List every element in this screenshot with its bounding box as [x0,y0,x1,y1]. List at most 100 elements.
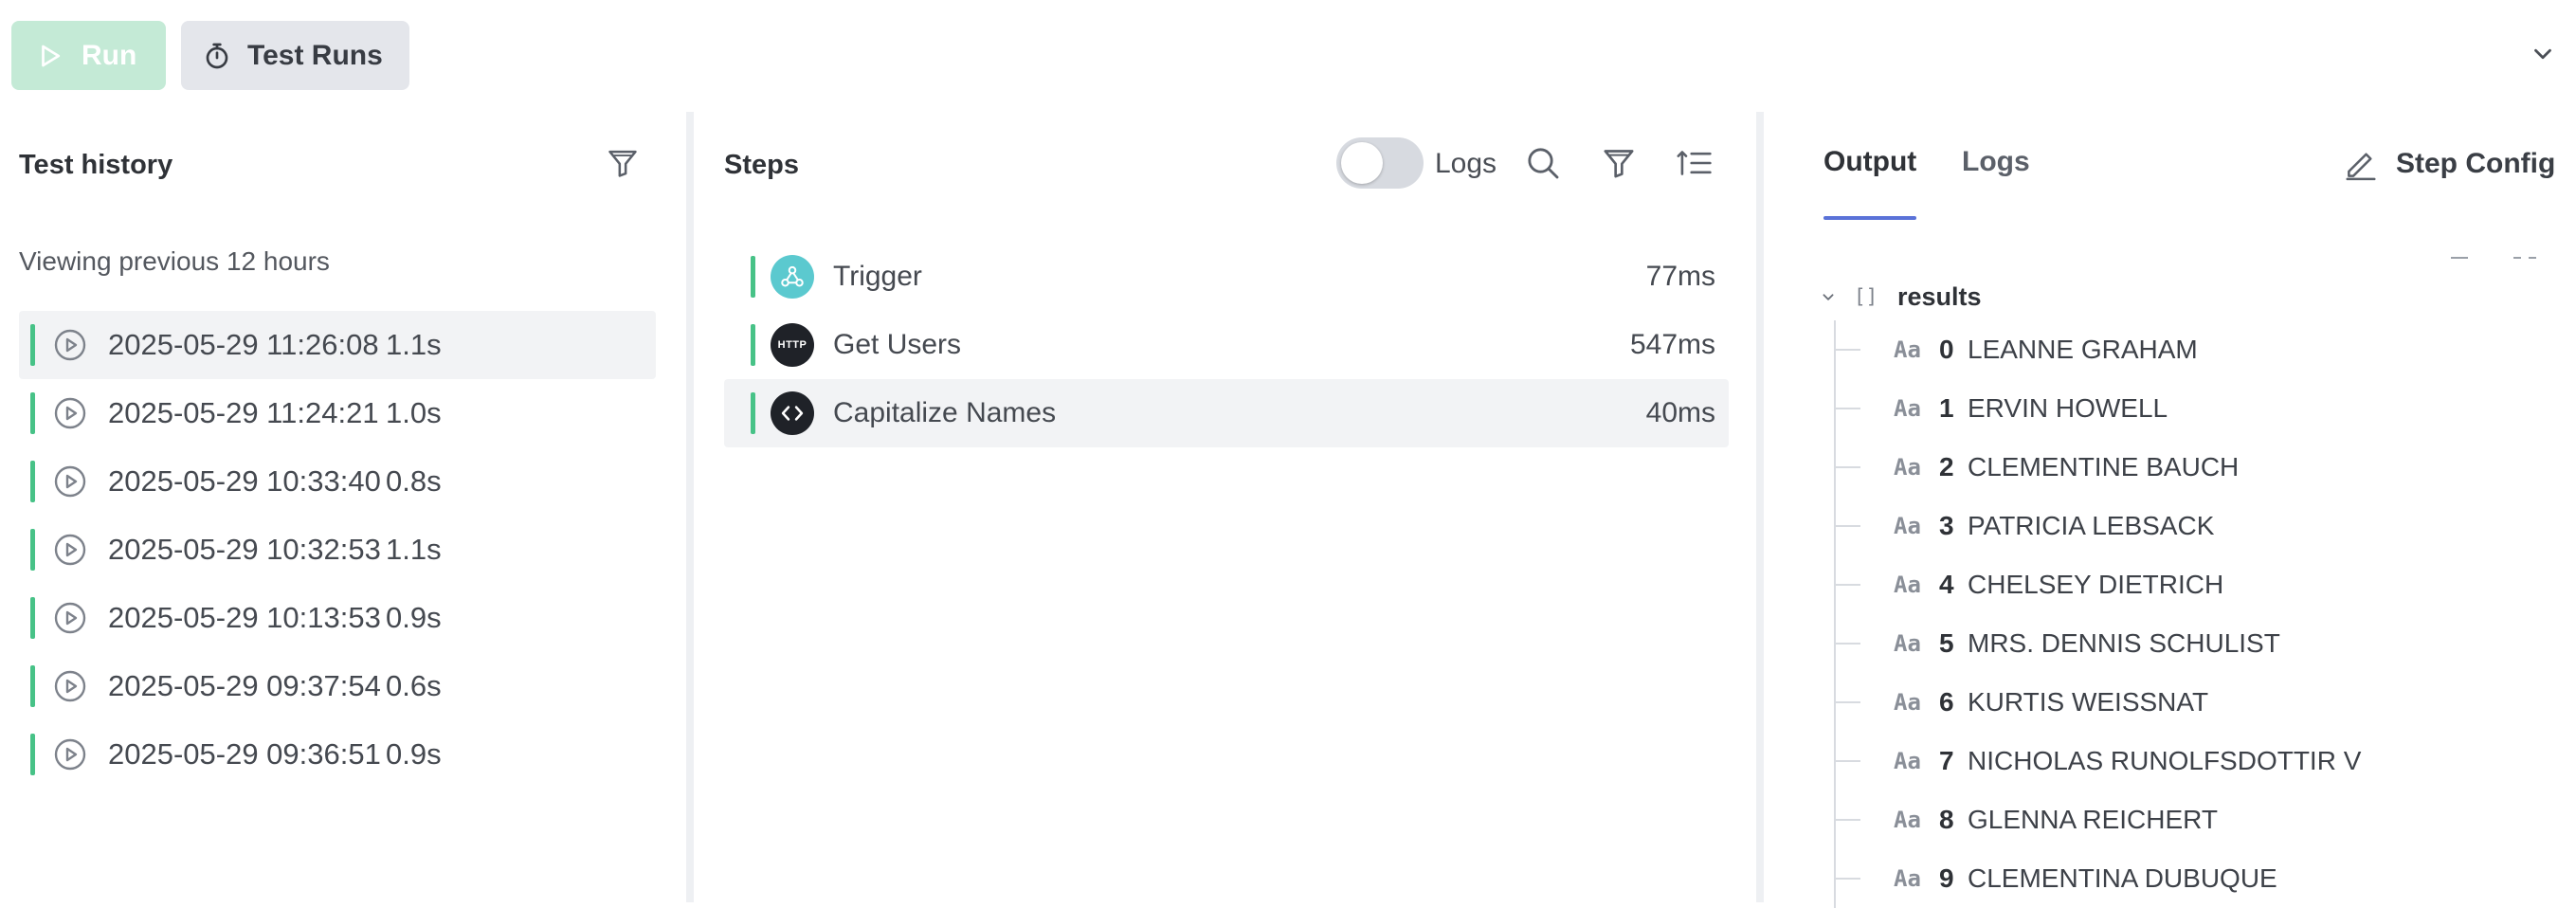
run-button[interactable]: Run [11,21,166,90]
http-icon: HTTP [771,323,814,367]
step-row-get-users[interactable]: HTTP Get Users 547ms [724,311,1729,379]
history-row-date: 2025-05-29 09:36:51 [108,737,381,771]
tree-item[interactable]: Aa 5 MRS. DENNIS SCHULIST [1818,614,2557,673]
history-row-date: 2025-05-29 11:24:21 [108,396,379,429]
status-bar [30,665,35,707]
step-name: Trigger [833,261,922,292]
status-bar [751,324,755,366]
sort-icon[interactable] [1676,146,1714,180]
search-icon[interactable] [1524,144,1562,182]
step-duration: 547ms [1629,329,1715,360]
status-bar [30,734,35,775]
step-config-label: Step Config [2396,148,2556,179]
stopwatch-icon [206,43,228,68]
test-runs-button[interactable]: Test Runs [181,21,409,90]
step-duration: 40ms [1645,397,1715,428]
tree-item-value: CLEMENTINA DUBUQUE [1968,863,2277,893]
history-row-duration: 1.0s [386,396,442,429]
string-type-icon: Aa [1894,689,1921,716]
panel-divider[interactable] [1756,112,1764,902]
play-circle-icon [54,670,86,702]
output-tree: [] results Aa 0 LEANNE GRAHAM Aa 1 ERVIN… [1818,273,2557,908]
step-name: Get Users [833,329,962,360]
tree-item[interactable]: Aa 7 NICHOLAS RUNOLFSDOTTIR V [1818,732,2557,790]
step-row-trigger[interactable]: Trigger 77ms [724,243,1729,311]
filter-icon[interactable] [1600,144,1638,182]
history-row[interactable]: 2025-05-29 10:33:40 0.8s [19,447,656,516]
history-row-date: 2025-05-29 10:32:53 [108,533,381,566]
tree-item[interactable]: Aa 3 PATRICIA LEBSACK [1818,497,2557,555]
tree-branch [1834,760,1860,762]
tree-item[interactable]: Aa 6 KURTIS WEISSNAT [1818,673,2557,732]
tree-item-index: 4 [1939,570,1954,599]
panel-divider[interactable] [686,112,694,902]
history-row[interactable]: 2025-05-29 11:24:21 1.0s [19,379,656,447]
run-button-label: Run [82,39,137,71]
filter-icon[interactable] [605,145,641,181]
steps-panel: Steps Logs Trigger 77ms HTTP Get Users 5… [694,112,1756,902]
tree-item-index: 6 [1939,687,1954,717]
play-icon [42,45,61,66]
status-bar [30,597,35,639]
status-bar [751,392,755,434]
chevron-down-icon[interactable] [2529,40,2557,68]
string-type-icon: Aa [1894,454,1921,481]
tree-item-index: 0 [1939,335,1954,364]
play-circle-icon [54,465,86,498]
history-row[interactable]: 2025-05-29 10:32:53 1.1s [19,516,656,584]
history-row[interactable]: 2025-05-29 10:13:53 0.9s [19,584,656,652]
string-type-icon: Aa [1894,513,1921,539]
play-circle-icon [54,534,86,566]
logs-toggle-label: Logs [1435,148,1497,179]
tree-item[interactable]: Aa 2 CLEMENTINE BAUCH [1818,438,2557,497]
tree-branch [1834,525,1860,527]
play-circle-icon [54,329,86,361]
pencil-icon [2346,153,2376,181]
string-type-icon: Aa [1894,572,1921,598]
tree-item-index: 9 [1939,863,1954,893]
tree-root-results[interactable]: [] results [1818,273,2557,320]
history-row-duration: 0.8s [386,464,442,498]
test-history-title: Test history [19,150,173,180]
tree-branch [1834,408,1860,409]
history-row[interactable]: 2025-05-29 09:37:54 0.6s [19,652,656,720]
test-history-panel: Test history Viewing previous 12 hours 2… [0,112,686,902]
tree-item-index: 3 [1939,511,1954,540]
toolbar: Run Test Runs [0,0,2576,112]
tree-item-index: 7 [1939,746,1954,775]
tree-branch [1834,878,1860,880]
status-bar [751,256,755,298]
tree-item[interactable]: Aa 8 GLENNA REICHERT [1818,790,2557,849]
chevron-down-icon[interactable] [1818,287,1839,308]
tree-item-index: 1 [1939,393,1954,423]
history-row-duration: 0.9s [386,737,442,771]
tree-item-value: PATRICIA LEBSACK [1968,511,2215,540]
tree-item[interactable]: Aa 1 ERVIN HOWELL [1818,379,2557,438]
play-circle-icon [54,602,86,634]
tree-item[interactable]: Aa 0 LEANNE GRAHAM [1818,320,2557,379]
code-icon [771,391,814,435]
output-panel: Output Logs Step Config [] results Aa 0 … [1765,112,2576,908]
step-row-capitalize-names[interactable]: Capitalize Names 40ms [724,379,1729,447]
tab-output[interactable]: Output [1823,146,1916,178]
step-config-button[interactable]: Step Config [2343,146,2555,182]
string-type-icon: Aa [1894,630,1921,657]
tree-item-index: 2 [1939,452,1954,481]
tree-item-value: GLENNA REICHERT [1968,805,2218,834]
test-history-list: 2025-05-29 11:26:08 1.1s 2025-05-29 11:2… [19,311,656,789]
tab-logs[interactable]: Logs [1962,146,2030,178]
array-type-icon: [] [1854,285,1878,308]
tree-branch [1834,466,1860,468]
logs-toggle[interactable] [1336,137,1424,189]
status-bar [30,461,35,502]
history-row[interactable]: 2025-05-29 11:26:08 1.1s [19,311,656,379]
history-row[interactable]: 2025-05-29 09:36:51 0.9s [19,720,656,789]
tree-item-value: KURTIS WEISSNAT [1968,687,2209,717]
steps-toolbar: Logs [694,136,1756,193]
tree-item-value: CHELSEY DIETRICH [1968,570,2224,599]
http-icon-text: HTTP [777,339,807,351]
tree-item[interactable]: Aa 9 CLEMENTINA DUBUQUE [1818,849,2557,908]
viewing-range-text: Viewing previous 12 hours [19,246,330,276]
tree-item[interactable]: Aa 4 CHELSEY DIETRICH [1818,555,2557,614]
tree-branch [1834,584,1860,586]
